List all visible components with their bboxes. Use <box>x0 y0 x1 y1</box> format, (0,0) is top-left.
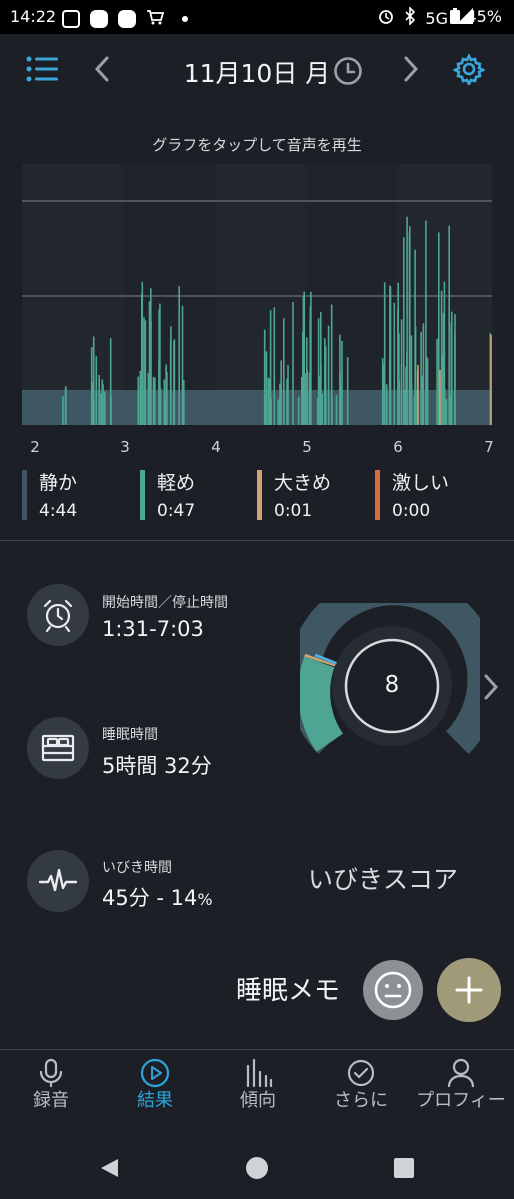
bar-chart-icon <box>246 1058 273 1088</box>
triangle-back-icon[interactable] <box>98 1157 120 1183</box>
nav-label: 傾向 <box>240 1090 276 1111</box>
bluetooth-icon <box>403 6 417 29</box>
nav-results[interactable]: 結果 <box>104 1050 206 1125</box>
nav-label: プロフィー <box>416 1090 506 1111</box>
alarm-clock-icon <box>27 584 89 646</box>
app-notification-icon <box>62 10 80 28</box>
date-display: 11月10日 月 <box>0 54 514 90</box>
legend-value: 0:01 <box>274 501 313 521</box>
bottom-navigation: 録音 結果 傾向 さらに プロフィー <box>0 1049 514 1124</box>
legend-quiet: 静か 4:44 <box>22 468 78 521</box>
snore-time-value: 45分 - 14% <box>102 882 213 912</box>
nav-label: さらに <box>334 1090 388 1111</box>
x-tick-label: 4 <box>211 438 221 456</box>
person-icon <box>447 1058 475 1088</box>
nav-record[interactable]: 録音 <box>0 1050 102 1125</box>
nav-profile[interactable]: プロフィー <box>410 1050 512 1125</box>
chart-hint: グラフをタップして音声を再生 <box>152 136 362 154</box>
gear-icon[interactable] <box>452 53 486 89</box>
section-divider <box>0 540 514 541</box>
x-tick-label: 7 <box>484 438 494 456</box>
sleep-time-value: 5時間 32分 <box>102 754 212 778</box>
start-stop-label: 開始時間／停止時間 <box>102 595 228 611</box>
legend-light: 軽め 0:47 <box>140 468 196 521</box>
sleep-time-label: 睡眠時間 <box>102 727 158 743</box>
legend-value: 0:47 <box>157 501 196 521</box>
nav-label: 録音 <box>33 1090 69 1111</box>
notification-icons <box>62 8 188 30</box>
x-tick-label: 2 <box>30 438 40 456</box>
play-circle-icon <box>140 1058 170 1088</box>
bed-icon <box>27 717 89 779</box>
legend-value: 0:00 <box>392 501 431 521</box>
sleep-notes-label: 睡眠メモ <box>236 976 341 1006</box>
list-menu-icon[interactable] <box>26 56 58 86</box>
game-notification-icon <box>90 10 108 28</box>
legend-swatch <box>140 470 145 520</box>
alarm-icon <box>377 7 395 29</box>
status-time: 14:22 <box>10 7 57 26</box>
circle-home-icon[interactable] <box>245 1156 269 1184</box>
legend-loud: 大きめ 0:01 <box>257 468 332 521</box>
legend-swatch <box>257 470 262 520</box>
nav-label: 結果 <box>137 1090 173 1111</box>
app-header: 11月10日 月 <box>0 34 514 104</box>
nav-more[interactable]: さらに <box>310 1050 412 1125</box>
network-type: 5G <box>425 8 448 28</box>
clock-icon[interactable] <box>333 56 363 90</box>
chevron-right-icon[interactable] <box>482 672 500 706</box>
date-title[interactable]: 11月10日 月 <box>184 59 331 88</box>
cart-icon <box>146 8 165 30</box>
gauge-light-arc <box>300 656 344 752</box>
legend-label: 激しい <box>392 472 450 494</box>
snore-score-value: 8 <box>384 672 400 698</box>
waveform-icon <box>27 850 89 912</box>
microphone-icon <box>39 1058 63 1088</box>
neutral-face-icon[interactable] <box>363 960 423 1020</box>
legend-epic: 激しい 0:00 <box>375 468 450 521</box>
status-bar: 14:22 5G 45% <box>0 0 514 34</box>
legend-swatch <box>22 470 27 520</box>
x-tick-label: 3 <box>120 438 130 456</box>
chart-hour-band <box>22 164 124 425</box>
snore-time-text: 45分 - 14 <box>102 886 198 910</box>
battery-indicator: 45% <box>449 7 502 26</box>
plus-icon[interactable] <box>437 958 501 1022</box>
snore-chart[interactable]: グラフをタップして音声を再生 2 3 4 5 6 7 静か 4:44 軽め 0:… <box>0 104 514 540</box>
app-badge-icon <box>118 10 136 28</box>
chevron-left-icon[interactable] <box>94 56 110 86</box>
snore-score-title: いびきスコア <box>308 865 459 894</box>
battery-percent: 45% <box>466 7 502 26</box>
legend-swatch <box>375 470 380 520</box>
snore-time-label: いびき時間 <box>102 860 172 876</box>
chevron-right-icon[interactable] <box>403 56 419 86</box>
legend-label: 軽め <box>157 472 196 494</box>
more-notifications-dot <box>182 16 188 22</box>
legend-label: 静か <box>39 472 78 494</box>
nav-trends[interactable]: 傾向 <box>207 1050 309 1125</box>
legend-value: 4:44 <box>39 501 78 521</box>
gauge-loud-arc <box>304 653 336 667</box>
legend-label: 大きめ <box>274 472 332 494</box>
battery-icon <box>450 8 461 24</box>
system-navigation <box>0 1124 514 1199</box>
start-stop-value: 1:31-7:03 <box>102 617 204 641</box>
snore-percent-sign: % <box>197 890 213 909</box>
x-tick-label: 5 <box>302 438 312 456</box>
check-circle-icon <box>347 1059 375 1087</box>
square-recents-icon[interactable] <box>394 1158 414 1182</box>
x-tick-label: 6 <box>393 438 403 456</box>
